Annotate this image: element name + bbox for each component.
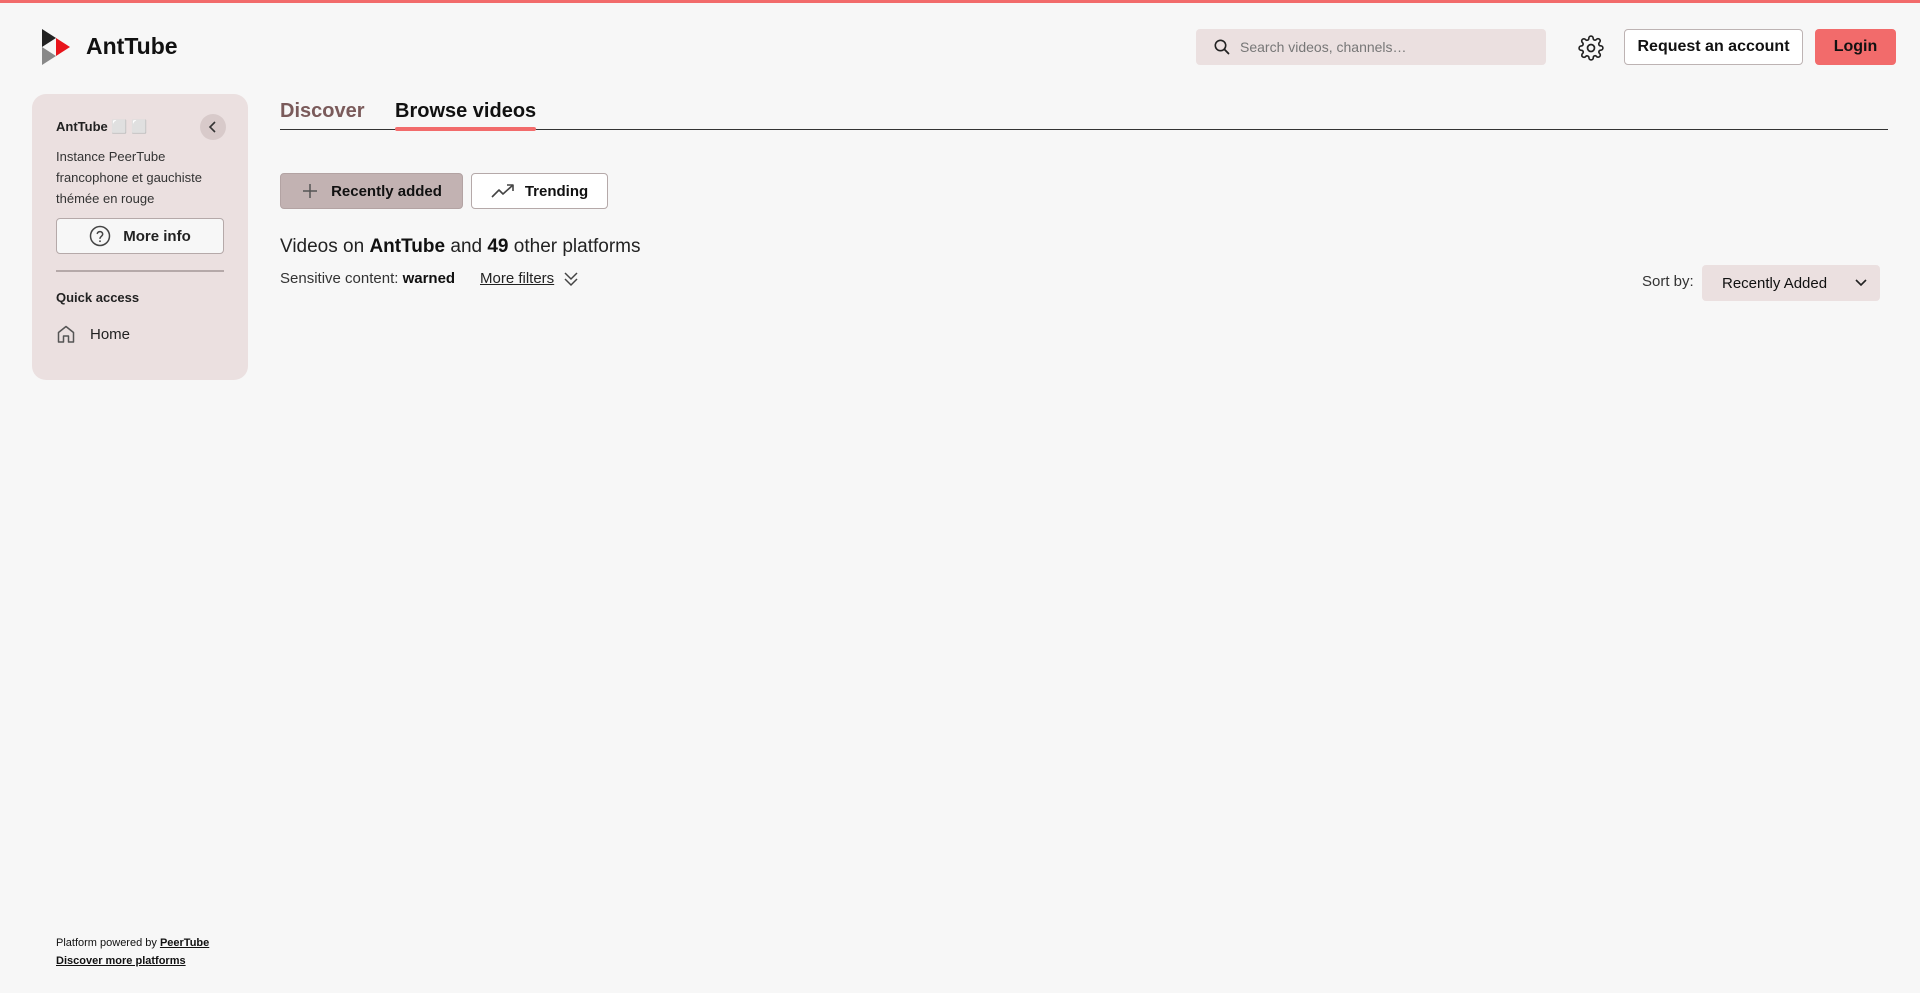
request-account-button[interactable]: Request an account [1624, 29, 1803, 65]
header: AntTube Request an account Login [0, 3, 1920, 89]
discover-more-platforms-link[interactable]: Discover more platforms [56, 955, 186, 967]
trending-label: Trending [524, 182, 589, 200]
powered-by-line: Platform powered by PeerTube [56, 934, 209, 952]
sort-by-value: Recently Added [1722, 274, 1828, 292]
sidebar-item-home-label: Home [90, 325, 131, 343]
tab-discover[interactable]: Discover [280, 100, 365, 123]
recently-added-button[interactable]: Recently added [280, 173, 463, 209]
platform-count: 49 [487, 236, 509, 257]
more-filters-label: More filters [480, 270, 555, 287]
sidebar: AntTube ⬜ ⬜ Instance PeerTube francophon… [32, 94, 248, 380]
recently-added-label: Recently added [331, 182, 442, 200]
sort-by-select[interactable]: Recently Added [1702, 265, 1880, 301]
search-input[interactable] [1240, 39, 1530, 55]
sidebar-divider [56, 270, 224, 272]
chevron-left-icon [208, 121, 216, 133]
search-icon [1214, 39, 1230, 55]
gear-icon[interactable] [1578, 35, 1604, 61]
double-chevron-down-icon [564, 271, 578, 286]
peertube-link[interactable]: PeerTube [160, 937, 209, 949]
videos-on-instance: AntTube [369, 236, 446, 257]
sidebar-footer: Platform powered by PeerTube Discover mo… [56, 934, 209, 970]
sidebar-item-home[interactable]: Home [56, 324, 130, 344]
more-info-label: More info [123, 227, 191, 245]
peertube-logo-icon[interactable] [40, 29, 74, 65]
instance-title: AntTube ⬜ ⬜ [56, 119, 148, 134]
trending-up-icon [491, 184, 514, 198]
videos-on-suffix: other platforms [508, 236, 641, 257]
sensitive-content-value: warned [402, 270, 456, 287]
quick-access-heading: Quick access [56, 290, 140, 305]
instance-description: Instance PeerTube francophone et gauchis… [56, 149, 202, 206]
sensitive-content-status: Sensitive content: warned [280, 270, 455, 287]
more-info-button[interactable]: More info [56, 218, 224, 254]
more-filters-toggle[interactable]: More filters [480, 270, 578, 287]
sensitive-content-label: Sensitive content: [280, 270, 403, 287]
home-icon [57, 325, 75, 343]
chevron-down-icon [1855, 279, 1867, 287]
main-tabs: Discover Browse videos [280, 96, 1888, 131]
videos-on-and: and [445, 236, 488, 257]
tab-browse-videos[interactable]: Browse videos [395, 100, 537, 131]
login-button[interactable]: Login [1815, 29, 1896, 65]
question-circle-icon [90, 225, 111, 247]
search-bar[interactable] [1196, 29, 1546, 65]
plus-icon [303, 184, 318, 198]
powered-by-text: Platform powered by [56, 937, 160, 949]
videos-on-heading: Videos on AntTube and 49 other platforms [280, 236, 641, 258]
sort-by-label: Sort by: [1642, 273, 1694, 290]
brand-name[interactable]: AntTube [86, 33, 178, 60]
trending-button[interactable]: Trending [471, 173, 608, 209]
sidebar-collapse-button[interactable] [200, 114, 226, 140]
videos-on-prefix: Videos on [280, 236, 370, 257]
